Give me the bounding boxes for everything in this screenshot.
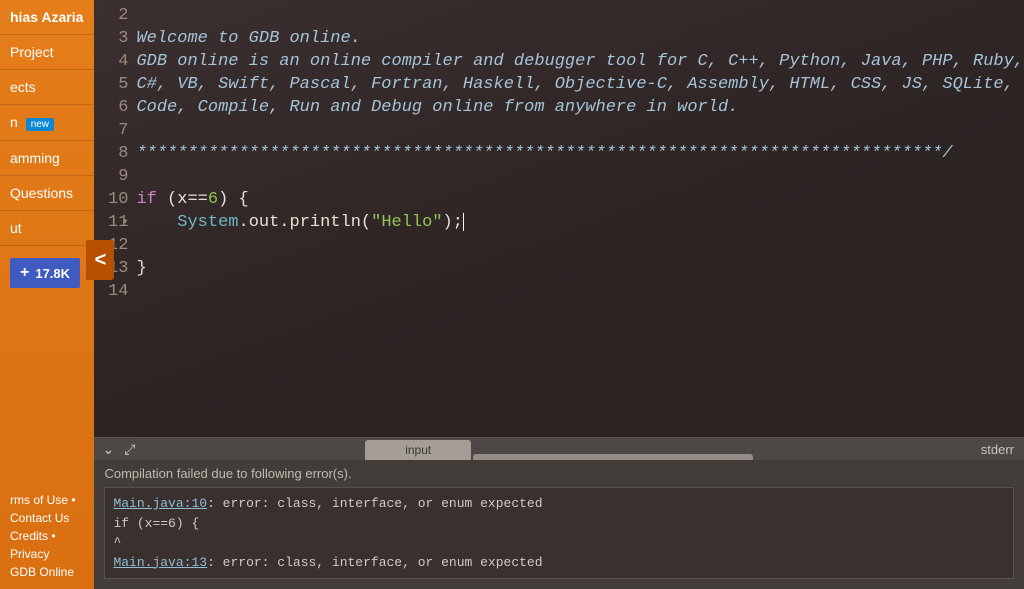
error-line: Main.java:10: error: class, interface, o… [113, 494, 1005, 514]
sidebar-item-questions[interactable]: Questions [0, 176, 94, 211]
line-number: 11 [94, 211, 128, 234]
code-content[interactable]: Welcome to GDB online.GDB online is an o… [136, 2, 1024, 437]
sidebar-footer: rms of Use • Contact Us Credits • Privac… [0, 483, 94, 589]
line-number: 10 ▾ [94, 188, 128, 211]
console-tabs: input [364, 438, 754, 460]
sidebar-item-project[interactable]: Project [0, 35, 94, 70]
error-line: Main.java:13: error: class, interface, o… [113, 553, 1005, 573]
code-line[interactable]: Code, Compile, Run and Debug online from… [136, 96, 1024, 119]
stderr-label: stderr [981, 442, 1024, 457]
console-expand-icon[interactable]: ⤢ [124, 441, 135, 458]
sidebar-item-label: n [10, 114, 18, 130]
footer-line[interactable]: rms of Use • Contact Us [10, 491, 84, 527]
code-line[interactable] [136, 4, 1024, 27]
line-number: 6 [94, 96, 128, 119]
code-line[interactable]: if (x==6) { [136, 188, 1024, 211]
collapse-handle[interactable]: < [86, 240, 114, 280]
code-line[interactable]: C#, VB, Swift, Pascal, Fortran, Haskell,… [136, 73, 1024, 96]
line-number: 2 [94, 4, 128, 27]
console-collapse-icon[interactable]: ⌄ [102, 441, 114, 458]
sidebar: hias Azaria Project ects n new amming Qu… [0, 0, 94, 589]
sidebar-user[interactable]: hias Azaria [0, 0, 94, 35]
line-number: 9 [94, 165, 128, 188]
share-count: 17.8K [35, 266, 70, 281]
error-link[interactable]: Main.java:13 [113, 555, 207, 570]
line-number: 5 [94, 73, 128, 96]
code-line[interactable] [136, 165, 1024, 188]
sidebar-item-amming[interactable]: amming [0, 141, 94, 176]
code-line[interactable] [136, 280, 1024, 303]
main-area: 2345678910 ▾11121314 Welcome to GDB onli… [94, 0, 1024, 589]
line-number: 8 [94, 142, 128, 165]
tab-output[interactable] [473, 454, 753, 460]
line-number: 3 [94, 27, 128, 50]
sidebar-item-ut[interactable]: ut [0, 211, 94, 246]
console-panel: ⌄ ⤢ input stderr Compilation failed due … [94, 437, 1024, 589]
footer-line[interactable]: Credits • Privacy [10, 527, 84, 563]
code-line[interactable] [136, 119, 1024, 142]
error-box: Main.java:10: error: class, interface, o… [104, 487, 1014, 579]
console-header: ⌄ ⤢ input stderr [94, 438, 1024, 460]
error-line: if (x==6) { [113, 514, 1005, 534]
error-line: ^ [113, 533, 1005, 553]
line-number: 4 [94, 50, 128, 73]
sidebar-item-ects[interactable]: ects [0, 70, 94, 105]
error-link[interactable]: Main.java:10 [113, 496, 207, 511]
plus-icon: + [20, 264, 29, 282]
code-line[interactable] [136, 234, 1024, 257]
footer-line[interactable]: GDB Online [10, 563, 84, 581]
code-line[interactable]: ****************************************… [136, 142, 1024, 165]
console-body[interactable]: Compilation failed due to following erro… [94, 460, 1024, 589]
new-badge: new [26, 118, 54, 131]
line-gutter: 2345678910 ▾11121314 [94, 2, 136, 437]
code-line[interactable]: GDB online is an online compiler and deb… [136, 50, 1024, 73]
sidebar-item-n[interactable]: n new [0, 105, 94, 141]
compilation-message: Compilation failed due to following erro… [104, 466, 1014, 481]
code-line[interactable]: } [136, 257, 1024, 280]
code-line[interactable]: Welcome to GDB online. [136, 27, 1024, 50]
code-line[interactable]: System.out.println("Hello"); [136, 211, 1024, 234]
line-number: 14 [94, 280, 128, 303]
tab-input[interactable]: input [365, 440, 471, 460]
code-editor[interactable]: 2345678910 ▾11121314 Welcome to GDB onli… [94, 0, 1024, 437]
share-button[interactable]: + 17.8K [10, 258, 80, 288]
line-number: 7 [94, 119, 128, 142]
